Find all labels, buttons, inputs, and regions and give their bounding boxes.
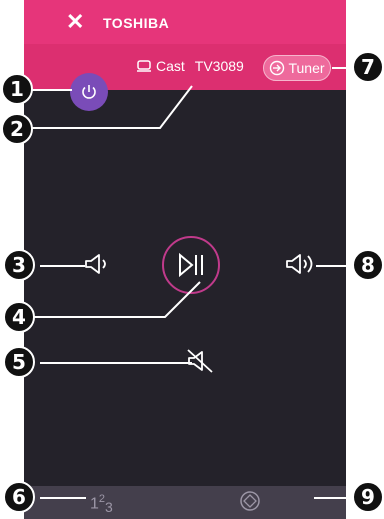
callout-badge-5: 5 bbox=[3, 346, 35, 378]
device-name[interactable]: Cast TV3089 bbox=[136, 58, 244, 74]
callout-line-8 bbox=[316, 265, 356, 267]
input-icon bbox=[270, 60, 285, 76]
tuner-label: Tuner bbox=[288, 60, 325, 76]
dpad-icon[interactable] bbox=[239, 490, 261, 512]
device-model: TV3089 bbox=[194, 58, 244, 74]
callout-line-4 bbox=[28, 281, 201, 318]
callout-line-9 bbox=[314, 497, 357, 499]
callout-badge-6: 6 bbox=[3, 481, 35, 513]
cast-icon bbox=[137, 60, 151, 72]
numpad-button[interactable]: 123 bbox=[90, 493, 113, 516]
callout-line-2 bbox=[28, 85, 193, 129]
callout-line-3 bbox=[40, 265, 85, 267]
callout-badge-7: 7 bbox=[352, 51, 384, 83]
callout-badge-1: 1 bbox=[1, 73, 33, 105]
callout-badge-8: 8 bbox=[352, 249, 384, 281]
cast-label: Cast bbox=[156, 58, 185, 74]
numpad-digit-1: 1 bbox=[90, 495, 99, 513]
tuner-button[interactable]: Tuner bbox=[263, 55, 331, 81]
numpad-digit-3: 3 bbox=[105, 499, 113, 516]
brand-logo: TOSHIBA bbox=[103, 15, 170, 31]
play-pause-icon bbox=[179, 252, 203, 278]
volume-down-icon[interactable] bbox=[84, 252, 114, 276]
callout-line-6 bbox=[40, 497, 86, 499]
callout-badge-2: 2 bbox=[1, 113, 33, 145]
close-icon[interactable]: ✕ bbox=[66, 11, 84, 33]
callout-line-5 bbox=[40, 362, 192, 364]
callout-badge-3: 3 bbox=[3, 249, 35, 281]
callout-badge-9: 9 bbox=[352, 481, 384, 513]
callout-badge-4: 4 bbox=[3, 301, 35, 333]
mute-icon[interactable] bbox=[186, 348, 216, 374]
volume-up-icon[interactable] bbox=[285, 252, 319, 276]
bottom-bar bbox=[24, 486, 346, 519]
